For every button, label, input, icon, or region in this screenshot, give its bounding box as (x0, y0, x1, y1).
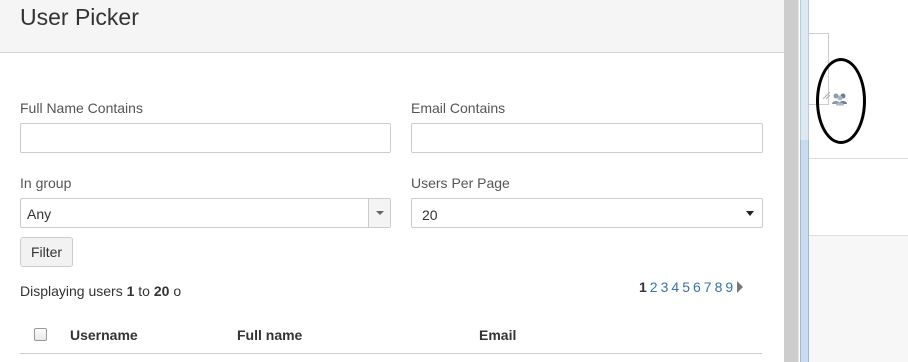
page-link-3[interactable]: 3 (661, 279, 669, 295)
per-page-select-value: 20 (422, 207, 438, 223)
chevron-down-icon (376, 211, 384, 215)
email-label: Email Contains (411, 100, 506, 116)
user-picker-dialog: User Picker Full Name Contains Email Con… (0, 0, 784, 362)
pagination: 1 2 3 4 5 6 7 8 9 (639, 279, 746, 295)
group-select-value: Any (27, 206, 52, 222)
annotation-ellipse (816, 58, 866, 144)
table-header: Username Full name Email (20, 320, 762, 354)
page-link-5[interactable]: 5 (682, 279, 690, 295)
status-to-word: to (134, 283, 154, 299)
filter-button[interactable]: Filter (20, 237, 73, 267)
dialog-title: User Picker (20, 4, 139, 30)
chevron-down-icon (746, 211, 754, 216)
page-current: 1 (639, 279, 647, 295)
dialog-header: User Picker (0, 0, 784, 53)
page-link-7[interactable]: 7 (704, 279, 712, 295)
status-suffix: o (169, 283, 182, 299)
full-name-label: Full Name Contains (20, 100, 143, 116)
dialog-scrollbar[interactable] (784, 0, 798, 362)
select-all-checkbox[interactable] (34, 328, 47, 341)
window-border-top (800, 0, 809, 140)
per-page-select[interactable]: 20 (411, 198, 763, 228)
email-input[interactable] (411, 123, 763, 153)
page-link-4[interactable]: 4 (671, 279, 679, 295)
per-page-label: Users Per Page (411, 175, 510, 191)
background-page (809, 0, 908, 362)
status-prefix: Displaying users (20, 283, 127, 299)
column-full-name[interactable]: Full name (237, 327, 302, 343)
page-link-9[interactable]: 9 (725, 279, 733, 295)
background-section (809, 236, 908, 362)
page-link-6[interactable]: 6 (693, 279, 701, 295)
scrollbar-edge (798, 0, 799, 362)
group-label: In group (20, 175, 72, 191)
full-name-input[interactable] (20, 123, 391, 153)
next-page-icon[interactable] (737, 281, 744, 293)
group-select-toggle[interactable] (368, 199, 390, 227)
page-link-8[interactable]: 8 (715, 279, 723, 295)
result-status: Displaying users 1 to 20 o (20, 283, 181, 299)
status-to: 20 (153, 283, 170, 299)
divider (809, 158, 908, 159)
group-select[interactable]: Any (20, 198, 391, 228)
column-username[interactable]: Username (70, 327, 138, 343)
page-link-2[interactable]: 2 (650, 279, 658, 295)
column-email[interactable]: Email (479, 327, 516, 343)
